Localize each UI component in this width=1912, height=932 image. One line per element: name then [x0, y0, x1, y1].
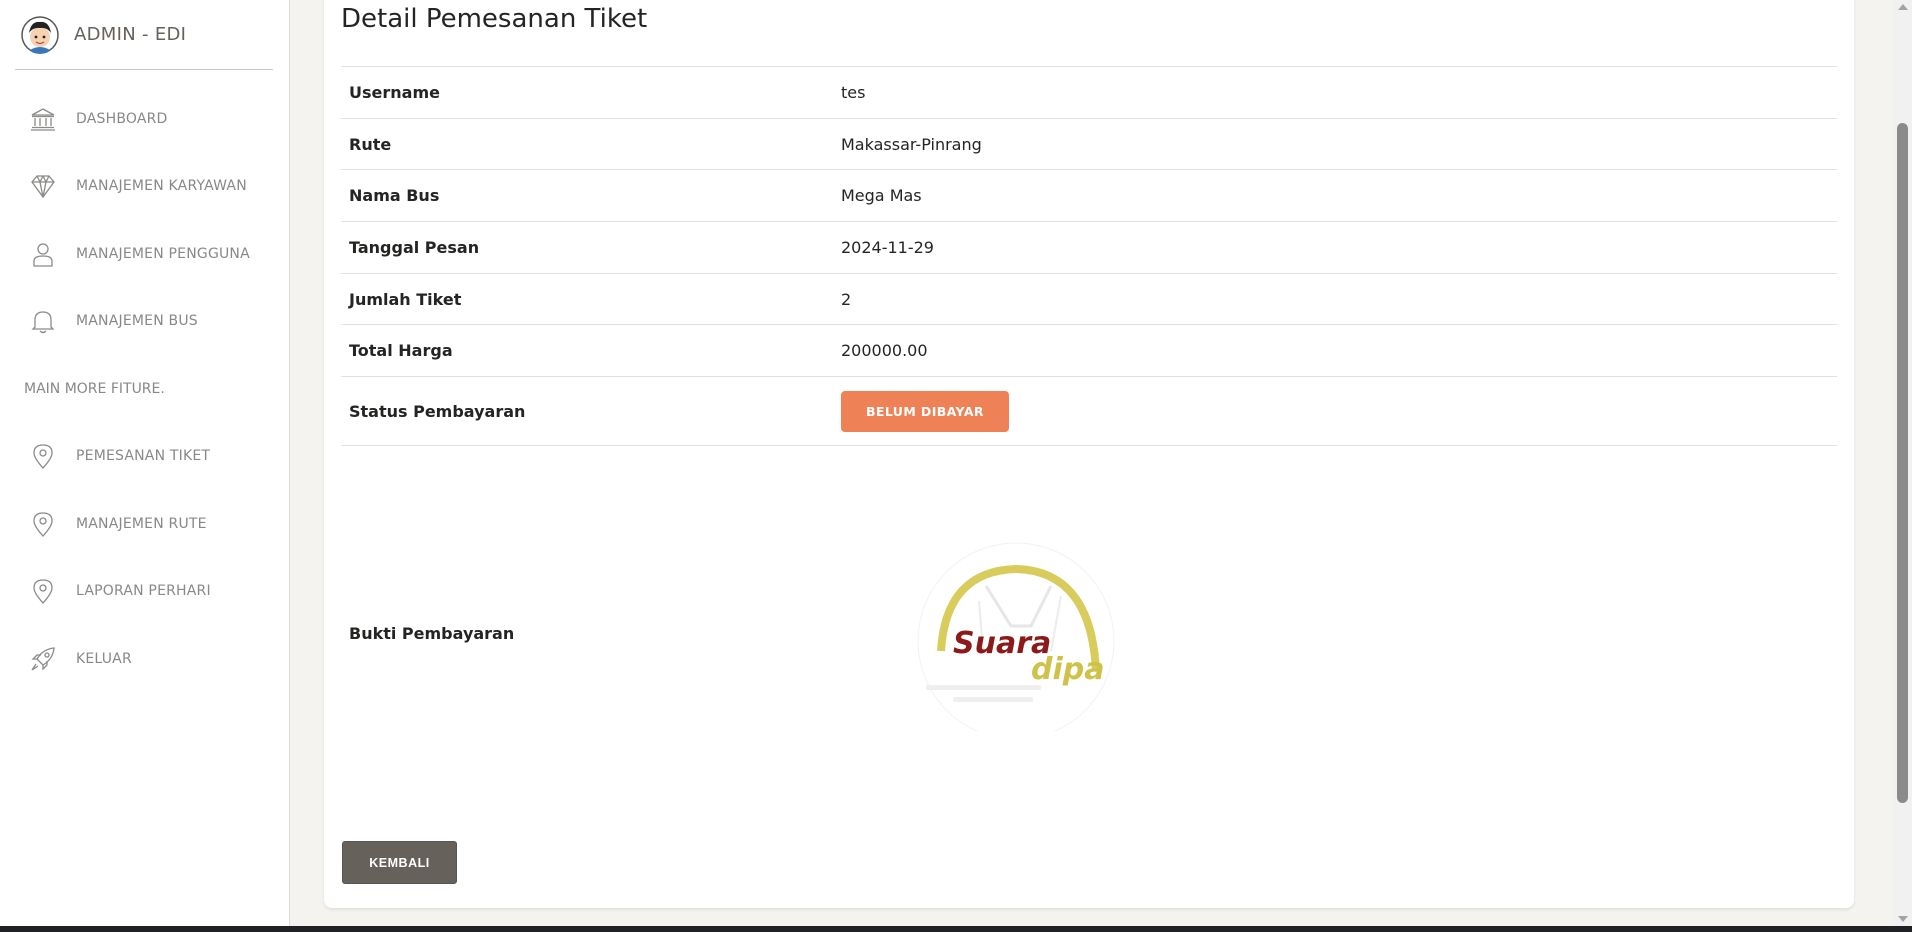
- bell-icon: [28, 306, 58, 336]
- scroll-up-arrow-icon[interactable]: [1898, 4, 1908, 10]
- table-row: Nama Bus Mega Mas: [341, 170, 1837, 223]
- sidebar-item-label: LAPORAN PERHARI: [76, 583, 211, 600]
- table-row: Rute Makassar-Pinrang: [341, 119, 1837, 171]
- scrollbar-thumb[interactable]: [1897, 123, 1908, 803]
- diamond-icon: [28, 171, 58, 201]
- sidebar-brand[interactable]: ADMIN - EDI: [15, 0, 273, 70]
- sidebar-item-label: DASHBOARD: [76, 110, 168, 127]
- brand-title: ADMIN - EDI: [74, 24, 187, 45]
- table-row: Tanggal Pesan 2024-11-29: [341, 222, 1837, 274]
- field-value: tes: [841, 82, 866, 102]
- field-label: Tanggal Pesan: [349, 237, 480, 257]
- sidebar-item-label: MANAJEMEN PENGGUNA: [76, 245, 250, 262]
- sidebar-item-pemesanan-tiket[interactable]: PEMESANAN TIKET: [0, 423, 290, 491]
- back-button[interactable]: KEMBALI: [342, 841, 457, 884]
- sidebar-item-label: KELUAR: [76, 650, 132, 667]
- table-row: Username tes: [341, 67, 1837, 119]
- payment-status-badge[interactable]: BELUM DIBAYAR: [841, 390, 1009, 432]
- sidebar-nav: DASHBOARD MANAJEMEN KARYAWAN MANAJEMEN P…: [0, 85, 290, 693]
- table-row: Bukti Pembayaran Suara dipa: [341, 446, 1837, 820]
- sidebar-item-label: MANAJEMEN BUS: [76, 313, 198, 330]
- user-icon: [28, 239, 58, 269]
- sidebar-item-manajemen-karyawan[interactable]: MANAJEMEN KARYAWAN: [0, 153, 290, 221]
- sidebar: ADMIN - EDI DASHBOARD MANAJEMEN KARYAWAN…: [0, 0, 290, 926]
- table-row: Total Harga 200000.00: [341, 325, 1837, 378]
- field-value: Mega Mas: [841, 186, 922, 206]
- rocket-icon: [28, 644, 58, 674]
- field-value: 200000.00: [841, 341, 928, 361]
- payment-proof-image[interactable]: Suara dipa: [891, 531, 1141, 740]
- payment-proof-cell: Suara dipa: [841, 531, 1141, 740]
- table-row: Status Pembayaran BELUM DIBAYAR: [341, 377, 1837, 447]
- ticket-detail-table: Username tes Rute Makassar-Pinrang Nama …: [341, 66, 1837, 820]
- field-label: Bukti Pembayaran: [349, 623, 515, 643]
- field-label: Jumlah Tiket: [349, 289, 462, 309]
- avatar: [21, 15, 59, 54]
- status-cell: BELUM DIBAYAR: [841, 390, 1009, 432]
- field-label: Rute: [349, 134, 392, 154]
- scroll-down-arrow-icon[interactable]: [1898, 916, 1908, 922]
- field-label: Status Pembayaran: [349, 401, 526, 421]
- pin-icon: [28, 509, 58, 539]
- sidebar-item-keluar[interactable]: KELUAR: [0, 625, 290, 693]
- window-bottom-edge: [0, 926, 1912, 932]
- field-value: Makassar-Pinrang: [841, 134, 982, 154]
- pin-icon: [28, 441, 58, 471]
- field-label: Username: [349, 82, 440, 102]
- sidebar-item-laporan-perhari[interactable]: LAPORAN PERHARI: [0, 558, 290, 626]
- field-label: Total Harga: [349, 341, 453, 361]
- ticket-detail-card: Detail Pemesanan Tiket Username tes Rute…: [324, 0, 1854, 908]
- sidebar-item-manajemen-bus[interactable]: MANAJEMEN BUS: [0, 288, 290, 356]
- field-value: 2: [841, 289, 852, 309]
- field-label: Nama Bus: [349, 186, 440, 206]
- sidebar-item-label: PEMESANAN TIKET: [76, 448, 211, 465]
- bank-icon: [28, 104, 58, 134]
- page-scrollbar[interactable]: [1893, 0, 1912, 926]
- page-title: Detail Pemesanan Tiket: [341, 4, 648, 34]
- sidebar-item-dashboard[interactable]: DASHBOARD: [0, 85, 290, 153]
- sidebar-item-label: MANAJEMEN KARYAWAN: [76, 178, 247, 195]
- sidebar-item-manajemen-rute[interactable]: MANAJEMEN RUTE: [0, 490, 290, 558]
- field-value: 2024-11-29: [841, 237, 934, 257]
- sidebar-item-manajemen-pengguna[interactable]: MANAJEMEN PENGGUNA: [0, 220, 290, 288]
- table-row: Jumlah Tiket 2: [341, 274, 1837, 326]
- pin-icon: [28, 576, 58, 606]
- sidebar-section-label: MAIN MORE FITURE.: [24, 380, 165, 397]
- sidebar-item-label: MANAJEMEN RUTE: [76, 515, 207, 532]
- logo-text-secondary: dipa: [1031, 652, 1104, 687]
